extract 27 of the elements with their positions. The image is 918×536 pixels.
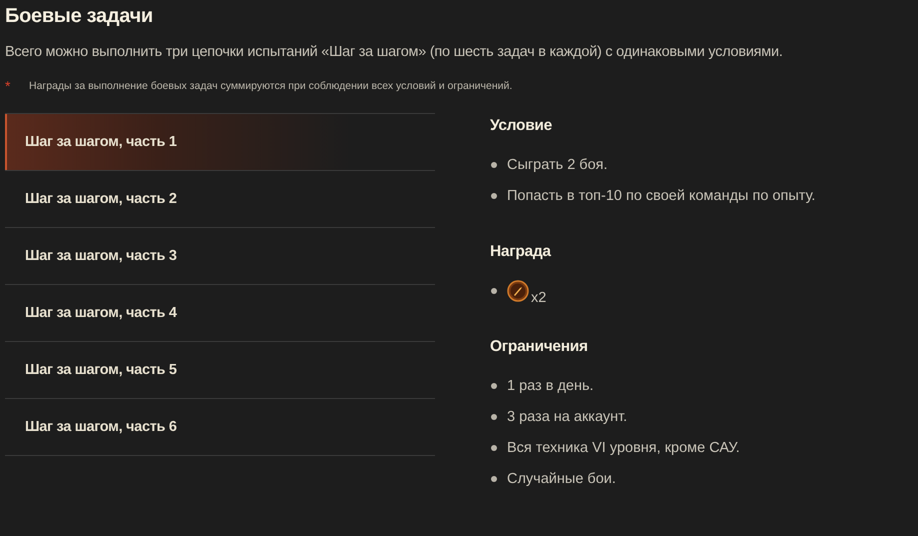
shell-icon xyxy=(507,280,529,302)
bullet-icon xyxy=(491,414,497,420)
section-heading: Ограничения xyxy=(490,338,589,356)
section-heading: Условие xyxy=(490,117,553,135)
list-item-text: Случайные бои. xyxy=(507,470,616,486)
page-title: Боевые задачи xyxy=(5,4,154,29)
bullet-icon xyxy=(491,192,497,198)
bullet-icon xyxy=(491,476,497,482)
list-item-text: 3 раза на аккаунт. xyxy=(507,408,628,424)
list-item-text: Сыграть 2 боя. xyxy=(507,156,608,172)
bullet-icon xyxy=(491,288,497,294)
section-heading: Награда xyxy=(490,243,552,261)
task-tab[interactable]: Шаг за шагом, часть 3 xyxy=(5,228,435,284)
task-tab[interactable]: Шаг за шагом, часть 4 xyxy=(5,285,435,341)
bullet-icon xyxy=(491,162,497,168)
asterisk: * xyxy=(5,78,12,94)
task-tab[interactable]: Шаг за шагом, часть 2 xyxy=(5,171,435,227)
reward-count: x2 xyxy=(531,290,546,306)
bullet-icon xyxy=(491,444,497,450)
task-tab[interactable]: Шаг за шагом, часть 5 xyxy=(5,342,435,398)
bullet-icon xyxy=(491,382,497,388)
task-tab[interactable]: Шаг за шагом, часть 6 xyxy=(5,399,435,455)
intro-text: Всего можно выполнить три цепочки испытаний «Шаг за шагом» (по шесть задач в каждой) с одинаковыми условиями. xyxy=(5,44,784,60)
list-item-text: Попасть в топ-10 по своей команды по опыту. xyxy=(507,188,816,204)
list-item-text: 1 раз в день. xyxy=(507,378,594,394)
footnote-text: Награды за выполнение боевых задач суммируются при соблюдении всех условий и ограничений. xyxy=(29,80,512,92)
list-item-text: Вся техника VI уровня, кроме САУ. xyxy=(507,440,740,456)
